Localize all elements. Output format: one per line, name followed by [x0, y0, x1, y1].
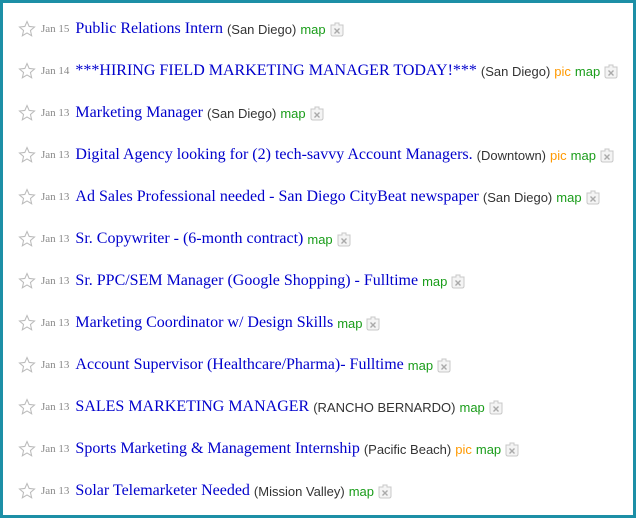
- list-item: Jan 13 Sr. Copywriter - (6-month contrac…: [3, 218, 633, 260]
- listing-title-link[interactable]: Sr. PPC/SEM Manager (Google Shopping) - …: [75, 272, 418, 290]
- post-date: Jan 13: [41, 191, 70, 203]
- list-item: Jan 15 Public Relations Intern (San Dieg…: [3, 8, 633, 50]
- pic-label: pic: [455, 441, 472, 457]
- list-item: Jan 13 Sr. PPC/SEM Manager (Google Shopp…: [3, 260, 633, 302]
- post-date: Jan 13: [41, 233, 70, 245]
- favorite-star-icon[interactable]: [17, 187, 37, 207]
- favorite-star-icon[interactable]: [17, 439, 37, 459]
- map-link[interactable]: map: [571, 148, 596, 163]
- favorite-star-icon[interactable]: [17, 103, 37, 123]
- map-link[interactable]: map: [300, 22, 325, 37]
- favorite-star-icon[interactable]: [17, 271, 37, 291]
- map-link[interactable]: map: [556, 190, 581, 205]
- post-date: Jan 13: [41, 275, 70, 287]
- favorite-star-icon[interactable]: [17, 229, 37, 249]
- post-date: Jan 13: [41, 107, 70, 119]
- list-item: Jan 13 Account Supervisor (Healthcare/Ph…: [3, 344, 633, 386]
- hide-x-icon[interactable]: [329, 21, 345, 37]
- listing-location: (San Diego): [226, 21, 297, 37]
- post-date: Jan 13: [41, 401, 70, 413]
- listing-location: (San Diego): [482, 189, 553, 205]
- pic-label: pic: [550, 147, 567, 163]
- map-link[interactable]: map: [349, 484, 374, 499]
- favorite-star-icon[interactable]: [17, 313, 37, 333]
- hide-x-icon[interactable]: [309, 105, 325, 121]
- map-link[interactable]: map: [422, 274, 447, 289]
- hide-x-icon[interactable]: [599, 147, 615, 163]
- post-date: Jan 13: [41, 317, 70, 329]
- listing-panel: Jan 15 Public Relations Intern (San Dieg…: [0, 0, 636, 518]
- listing-location: (Downtown): [476, 147, 547, 163]
- listing-location: (Mission Valley): [253, 483, 345, 499]
- listing-title-link[interactable]: Digital Agency looking for (2) tech-savv…: [75, 146, 472, 164]
- pic-label: pic: [554, 63, 571, 79]
- list-item: Jan 13 Digital Agency looking for (2) te…: [3, 134, 633, 176]
- hide-x-icon[interactable]: [585, 189, 601, 205]
- map-link[interactable]: map: [408, 358, 433, 373]
- listing-location: (Pacific Beach): [363, 441, 452, 457]
- listing-location: (San Diego): [206, 105, 277, 121]
- list-item: Jan 14 ***HIRING FIELD MARKETING MANAGER…: [3, 50, 633, 92]
- listing-title-link[interactable]: Marketing Manager: [75, 104, 203, 122]
- list-item: Jan 13 Sports Marketing & Management Int…: [3, 428, 633, 470]
- map-link[interactable]: map: [460, 400, 485, 415]
- hide-x-icon[interactable]: [365, 315, 381, 331]
- map-link[interactable]: map: [307, 232, 332, 247]
- listing-title-link[interactable]: Solar Telemarketer Needed: [75, 482, 250, 500]
- post-date: Jan 14: [41, 65, 70, 77]
- hide-x-icon[interactable]: [336, 231, 352, 247]
- map-link[interactable]: map: [280, 106, 305, 121]
- list-item: Jan 13 Marketing Coordinator w/ Design S…: [3, 302, 633, 344]
- listing-location: (San Diego): [480, 63, 551, 79]
- list-item: Jan 13 Marketing Manager (San Diego) map: [3, 92, 633, 134]
- listing-title-link[interactable]: Marketing Coordinator w/ Design Skills: [75, 314, 333, 332]
- listing-title-link[interactable]: Account Supervisor (Healthcare/Pharma)- …: [75, 356, 403, 374]
- post-date: Jan 13: [41, 485, 70, 497]
- hide-x-icon[interactable]: [450, 273, 466, 289]
- favorite-star-icon[interactable]: [17, 481, 37, 501]
- listing-title-link[interactable]: ***HIRING FIELD MARKETING MANAGER TODAY!…: [75, 62, 476, 80]
- hide-x-icon[interactable]: [504, 441, 520, 457]
- listing-title-link[interactable]: Public Relations Intern: [75, 20, 223, 38]
- list-item: Jan 13 SALES MARKETING MANAGER (RANCHO B…: [3, 386, 633, 428]
- map-link[interactable]: map: [476, 442, 501, 457]
- listing-title-link[interactable]: Ad Sales Professional needed - San Diego…: [75, 188, 478, 206]
- map-link[interactable]: map: [337, 316, 362, 331]
- favorite-star-icon[interactable]: [17, 355, 37, 375]
- post-date: Jan 13: [41, 149, 70, 161]
- map-link[interactable]: map: [575, 64, 600, 79]
- listing-title-link[interactable]: Sr. Copywriter - (6-month contract): [75, 230, 303, 248]
- list-item: Jan 13 Ad Sales Professional needed - Sa…: [3, 176, 633, 218]
- listing-title-link[interactable]: Sports Marketing & Management Internship: [75, 440, 359, 458]
- hide-x-icon[interactable]: [488, 399, 504, 415]
- post-date: Jan 13: [41, 443, 70, 455]
- hide-x-icon[interactable]: [436, 357, 452, 373]
- favorite-star-icon[interactable]: [17, 397, 37, 417]
- favorite-star-icon[interactable]: [17, 61, 37, 81]
- listing-list: Jan 15 Public Relations Intern (San Dieg…: [3, 8, 633, 512]
- hide-x-icon[interactable]: [603, 63, 619, 79]
- post-date: Jan 13: [41, 359, 70, 371]
- post-date: Jan 15: [41, 23, 70, 35]
- favorite-star-icon[interactable]: [17, 145, 37, 165]
- listing-location: (RANCHO BERNARDO): [313, 399, 456, 415]
- favorite-star-icon[interactable]: [17, 19, 37, 39]
- listing-title-link[interactable]: SALES MARKETING MANAGER: [75, 398, 309, 416]
- list-item: Jan 13 Solar Telemarketer Needed (Missio…: [3, 470, 633, 512]
- hide-x-icon[interactable]: [377, 483, 393, 499]
